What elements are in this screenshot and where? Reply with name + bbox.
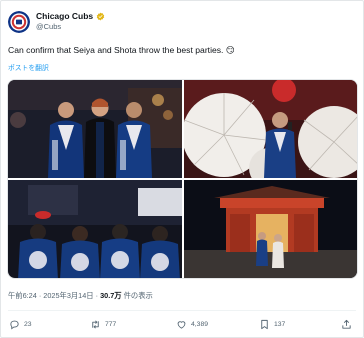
cubs-logo-icon[interactable] xyxy=(8,11,30,33)
bookmark-button[interactable]: 137 xyxy=(259,319,285,330)
bookmark-icon xyxy=(261,319,268,330)
repost-icon xyxy=(92,320,99,329)
like-button[interactable]: 4,389 xyxy=(176,319,208,330)
tweet-card: Chicago Cubs @Cubs Can confirm that Seiy… xyxy=(0,0,364,338)
repost-count: 777 xyxy=(105,321,117,328)
reply-count: 23 xyxy=(24,321,32,328)
meta-separator: · xyxy=(38,291,42,300)
divider xyxy=(8,310,356,311)
user-handle[interactable]: @Cubs xyxy=(36,22,61,31)
tweet-meta: 午前6:24 · 2025年3月14日 · 30.7万 件の表示 xyxy=(8,291,153,301)
photo-group-from-behind[interactable] xyxy=(8,180,182,278)
views-label: 件の表示 xyxy=(123,291,153,300)
tweet-text: Can confirm that Seiya and Shota throw t… xyxy=(8,45,235,55)
gold-verified-badge-icon xyxy=(96,12,105,20)
tweet-time[interactable]: 午前6:24 xyxy=(8,291,37,300)
repost-button[interactable]: 777 xyxy=(90,319,116,330)
tweet-date[interactable]: 2025年3月14日 xyxy=(43,291,93,300)
views-count: 30.7万 xyxy=(100,291,122,300)
photo-cubs-players-happi[interactable] xyxy=(8,80,182,178)
bookmark-count: 137 xyxy=(274,321,286,328)
photo-player-umbrellas[interactable] xyxy=(184,80,357,178)
share-button[interactable] xyxy=(341,319,352,330)
like-count: 4,389 xyxy=(191,321,209,328)
display-name[interactable]: Chicago Cubs xyxy=(36,11,93,21)
meta-separator: · xyxy=(95,291,99,300)
author-name-row: Chicago Cubs xyxy=(36,11,105,21)
photo-shrine-gate[interactable] xyxy=(184,180,357,278)
reply-icon xyxy=(10,320,19,330)
media-grid xyxy=(7,79,358,279)
reply-button[interactable]: 23 xyxy=(9,319,32,330)
share-icon xyxy=(342,319,351,329)
translate-post-link[interactable]: ポストを翻訳 xyxy=(8,62,49,72)
heart-icon xyxy=(177,321,186,329)
